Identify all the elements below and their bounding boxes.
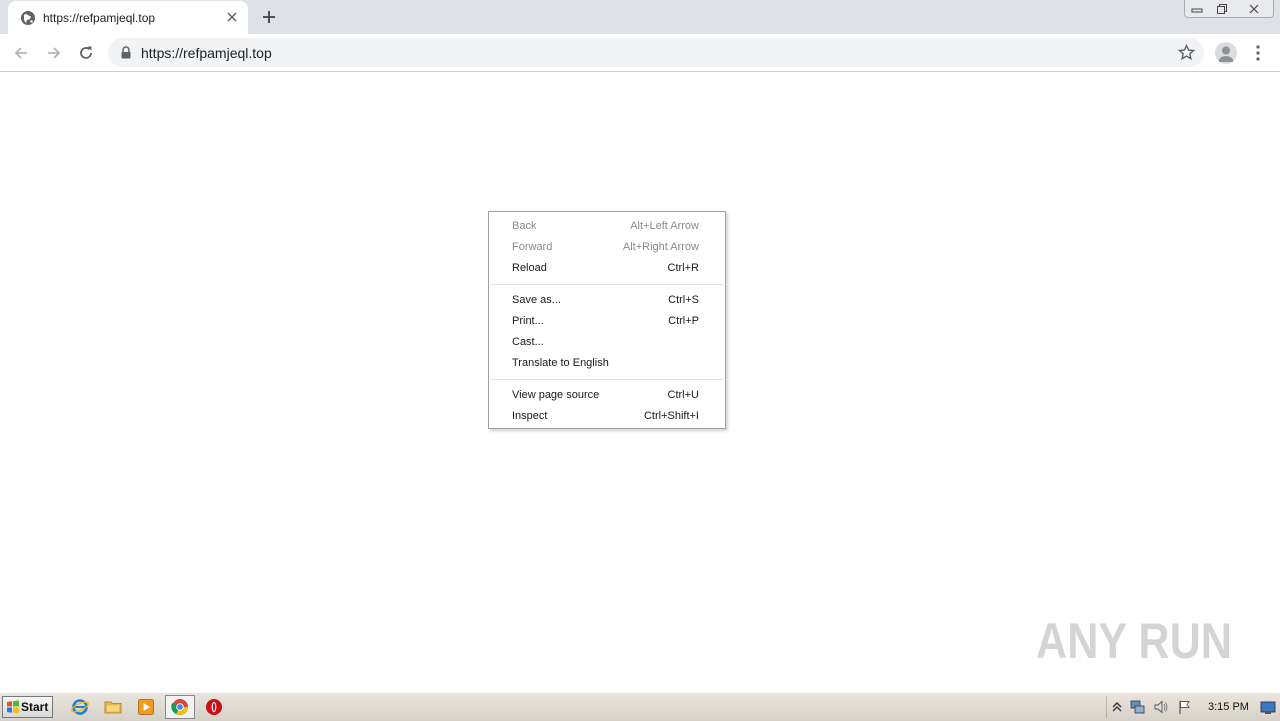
taskbar-chrome-button[interactable] bbox=[165, 695, 195, 719]
menu-item-cast[interactable]: Cast... bbox=[489, 332, 725, 353]
menu-separator bbox=[490, 379, 724, 380]
person-icon bbox=[1218, 46, 1234, 62]
minimize-icon bbox=[1191, 8, 1203, 12]
minimize-button[interactable] bbox=[1184, 0, 1210, 18]
menu-item-save-as[interactable]: Save as... Ctrl+S bbox=[489, 290, 725, 311]
menu-item-view-source[interactable]: View page source Ctrl+U bbox=[489, 385, 725, 406]
context-menu: Back Alt+Left Arrow Forward Alt+Right Ar… bbox=[488, 211, 726, 429]
menu-item-label: Save as... bbox=[512, 294, 561, 306]
address-bar[interactable]: https://refpamjeql.top bbox=[108, 38, 1204, 67]
new-tab-icon[interactable] bbox=[259, 7, 279, 27]
volume-icon[interactable] bbox=[1153, 699, 1169, 715]
lock-icon[interactable] bbox=[120, 46, 132, 59]
menu-item-label: Cast... bbox=[512, 336, 544, 348]
anyrun-watermark-logo: ANY RUN bbox=[1036, 613, 1232, 669]
taskbar: Start 3:15 PM bbox=[0, 692, 1280, 721]
menu-item-inspect[interactable]: Inspect Ctrl+Shift+I bbox=[489, 406, 725, 427]
action-center-flag-icon[interactable] bbox=[1177, 699, 1193, 715]
show-desktop-icon[interactable] bbox=[1260, 700, 1276, 716]
tab-title: https://refpamjeql.top bbox=[43, 11, 156, 25]
menu-item-back[interactable]: Back Alt+Left Arrow bbox=[489, 216, 725, 237]
forward-arrow-icon[interactable] bbox=[44, 43, 64, 63]
menu-item-shortcut: Ctrl+Shift+I bbox=[643, 410, 699, 422]
browser-toolbar: https://refpamjeql.top bbox=[0, 34, 1280, 72]
file-explorer-icon[interactable] bbox=[104, 698, 122, 716]
menu-item-label: View page source bbox=[512, 389, 600, 401]
menu-item-label: Reload bbox=[512, 262, 547, 274]
menu-item-shortcut: Ctrl+U bbox=[667, 389, 699, 401]
start-button[interactable]: Start bbox=[2, 696, 53, 718]
menu-item-shortcut: Alt+Left Arrow bbox=[630, 220, 699, 232]
menu-item-print[interactable]: Print... Ctrl+P bbox=[489, 311, 725, 332]
url-text[interactable]: https://refpamjeql.top bbox=[141, 45, 272, 61]
globe-icon bbox=[21, 11, 35, 25]
tab-strip: https://refpamjeql.top bbox=[0, 0, 1280, 34]
menu-item-shortcut: Ctrl+S bbox=[668, 294, 699, 306]
menu-item-translate[interactable]: Translate to English bbox=[489, 353, 725, 374]
profile-avatar-icon[interactable] bbox=[1215, 42, 1237, 64]
more-menu-icon[interactable] bbox=[1250, 43, 1266, 63]
show-hidden-icons-chevron-icon[interactable] bbox=[1109, 699, 1125, 715]
watermark-text: ANY RUN bbox=[1036, 613, 1232, 669]
close-icon[interactable] bbox=[224, 9, 240, 25]
menu-item-label: Inspect bbox=[512, 410, 548, 422]
back-arrow-icon[interactable] bbox=[11, 43, 31, 63]
menu-item-shortcut: Ctrl+P bbox=[668, 315, 699, 327]
media-player-icon[interactable] bbox=[137, 698, 155, 716]
menu-item-label: Translate to English bbox=[512, 357, 609, 369]
reload-icon[interactable] bbox=[76, 43, 96, 63]
system-tray bbox=[1106, 696, 1280, 718]
menu-item-reload[interactable]: Reload Ctrl+R bbox=[489, 258, 725, 279]
menu-item-label: Forward bbox=[512, 241, 553, 253]
window-close-button[interactable] bbox=[1234, 0, 1274, 18]
menu-item-shortcut: Ctrl+R bbox=[667, 262, 699, 274]
network-icon[interactable] bbox=[1129, 699, 1145, 715]
chrome-icon bbox=[171, 699, 188, 715]
menu-item-shortcut: Alt+Right Arrow bbox=[622, 241, 699, 253]
bookmark-star-icon[interactable] bbox=[1178, 44, 1195, 61]
restore-button[interactable] bbox=[1209, 0, 1235, 18]
tab-active[interactable]: https://refpamjeql.top bbox=[8, 1, 248, 34]
windows-logo-icon bbox=[7, 700, 19, 714]
menu-separator bbox=[490, 284, 724, 285]
menu-item-label: Print... bbox=[512, 315, 544, 327]
menu-item-label: Back bbox=[512, 220, 537, 232]
menu-item-forward[interactable]: Forward Alt+Right Arrow bbox=[489, 237, 725, 258]
internet-explorer-icon[interactable] bbox=[71, 698, 89, 716]
start-label: Start bbox=[21, 700, 49, 714]
taskbar-clock[interactable]: 3:15 PM bbox=[1208, 701, 1249, 713]
restore-icon bbox=[1216, 3, 1227, 14]
close-icon bbox=[1249, 4, 1258, 13]
opera-icon[interactable] bbox=[205, 698, 223, 716]
